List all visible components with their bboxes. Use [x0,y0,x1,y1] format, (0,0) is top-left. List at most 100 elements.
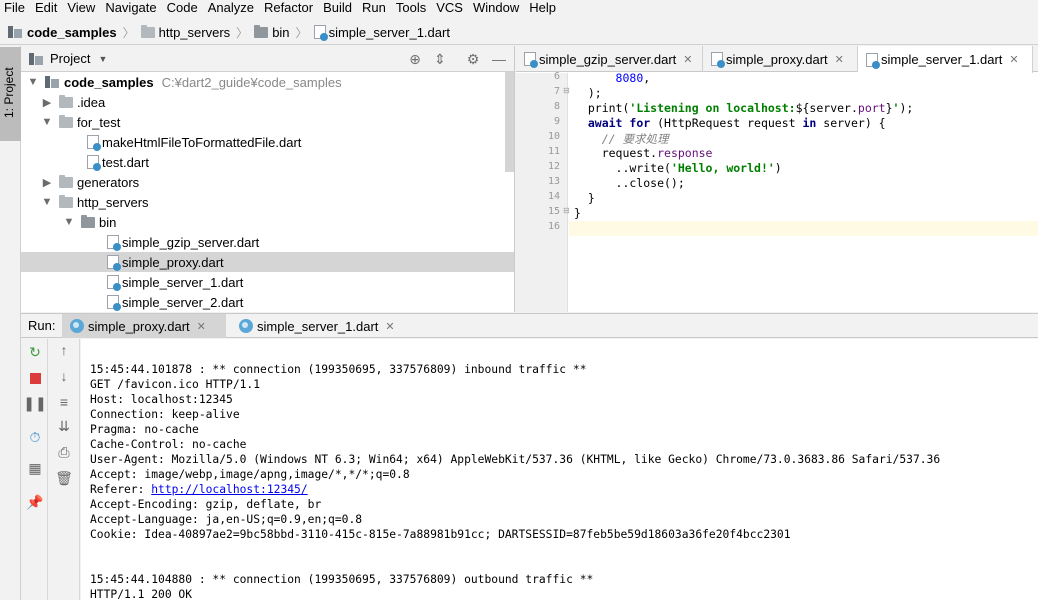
folder-icon [254,24,269,38]
menu-tools[interactable]: Tools [391,0,431,15]
layout-icon[interactable]: ▦ [25,459,45,477]
chevron-down-icon[interactable]: ▼ [63,216,75,228]
crosshair-icon[interactable]: ⊕ [407,51,423,67]
fold-marker-icon[interactable]: ⊟ [563,86,570,95]
breadcrumb-http-servers[interactable]: http_servers [140,24,230,40]
tree-item-simple-gzip-server[interactable]: simple_gzip_server.dart [21,232,514,252]
code-line[interactable]: ); [574,86,602,100]
project-panel-title[interactable]: Project [50,51,90,66]
console-line: Pragma: no-cache [90,423,199,436]
gear-icon[interactable]: ⚙ [465,51,481,67]
menu-build[interactable]: Build [318,0,357,15]
menu-run[interactable]: Run [357,0,391,15]
console-line: HTTP/1.1 200 OK [90,588,193,600]
close-icon[interactable]: ✕ [1009,53,1018,66]
folder-icon [59,194,73,208]
breadcrumb-bin[interactable]: bin [254,24,290,40]
project-scrollbar[interactable] [505,72,514,172]
trash-icon[interactable]: 🗑 [54,469,74,487]
tree-item-test[interactable]: test.dart [21,152,514,172]
fold-marker-icon[interactable]: ⊟ [563,206,570,215]
close-icon[interactable]: ✕ [683,53,692,66]
code-line[interactable]: print('Listening on localhost:${server.p… [574,101,913,115]
menu-code[interactable]: Code [162,0,203,15]
tree-item-make-html[interactable]: makeHtmlFileToFormattedFile.dart [21,132,514,152]
chevron-down-icon[interactable]: ▼ [41,196,53,208]
tree-item-label: for_test [77,114,121,130]
chevron-down-icon[interactable]: ▼ [98,54,107,64]
tab-simple-server-1[interactable]: simple_server_1.dart ✕ [858,46,1033,73]
tree-item-idea[interactable]: ▶ .idea [21,92,514,112]
tree-item-code-samples[interactable]: ▼ code_samples C:¥dart2_guide¥code_sampl… [21,72,514,92]
arrow-up-icon[interactable]: ↑ [54,341,74,359]
chevron-down-icon[interactable]: ▼ [27,76,39,88]
line-number: 9 [553,116,560,127]
menu-refactor[interactable]: Refactor [259,0,318,15]
pause-icon[interactable]: ❚❚ [23,394,46,412]
tab-label: simple_gzip_server.dart [539,51,677,67]
minimize-icon[interactable]: — [491,51,507,67]
pin-icon[interactable]: 📌 [25,493,45,511]
close-icon[interactable]: ✕ [197,320,206,333]
print-icon[interactable]: ⎙ [54,443,74,461]
run-tab-simple-server-1[interactable]: simple_server_1.dart ✕ [231,314,411,338]
tree-item-simple-server-1[interactable]: simple_server_1.dart [21,272,514,292]
run-label: Run: [28,318,56,333]
tab-label: simple_server_1.dart [881,52,1003,67]
chevron-right-icon: 〉 [122,25,135,40]
tree-item-generators[interactable]: ▶ generators [21,172,514,192]
menu-vcs[interactable]: VCS [431,0,468,15]
console-line: Cache-Control: no-cache [90,438,247,451]
line-number: 12 [547,161,560,172]
tree-item-simple-server-2[interactable]: simple_server_2.dart [21,292,514,312]
dart-run-icon [239,319,253,333]
referer-link[interactable]: http://localhost:12345/ [151,483,307,496]
console-output[interactable]: 15:45:44.101878 : ** connection (1993506… [81,339,1038,600]
menu-window[interactable]: Window [468,0,524,15]
code-line[interactable]: await for (HttpRequest request in server… [574,116,886,130]
soft-wrap-icon[interactable]: ≡ [54,393,74,411]
folder-icon [140,24,155,38]
project-path: C:¥dart2_guide¥code_samples [161,74,342,90]
code-line[interactable]: } [574,191,595,205]
scroll-to-end-icon[interactable]: ⇊ [54,417,74,435]
stop-icon[interactable] [25,369,45,387]
chevron-right-icon[interactable]: ▶ [41,96,53,109]
folder-icon [59,174,73,188]
chevron-down-icon[interactable]: ▼ [41,116,53,128]
tree-item-label: simple_proxy.dart [122,254,224,270]
code-line[interactable]: request.response [574,146,713,160]
arrow-down-icon[interactable]: ↓ [54,367,74,385]
tab-simple-gzip-server[interactable]: simple_gzip_server.dart ✕ [516,46,703,72]
menu-file[interactable]: File [0,0,30,15]
tree-item-for-test[interactable]: ▼ for_test [21,112,514,132]
breadcrumb-project[interactable]: code_samples [8,25,117,40]
chevron-right-icon[interactable]: ▶ [41,176,53,189]
tab-simple-proxy[interactable]: simple_proxy.dart ✕ [703,46,858,72]
close-icon[interactable]: ✕ [385,320,394,333]
breadcrumb-file[interactable]: simple_server_1.dart [313,25,450,41]
dart-run-icon [70,319,84,333]
timer-icon[interactable]: ⏱ [25,428,45,446]
code-line[interactable]: // 要求処理 [574,131,669,147]
close-icon[interactable]: ✕ [835,53,844,66]
run-tab-label: simple_server_1.dart [257,318,379,334]
menu-view[interactable]: View [62,0,100,15]
console-line: 15:45:44.101878 : ** connection (1993506… [90,363,587,376]
code-line[interactable]: } [574,206,581,220]
menu-navigate[interactable]: Navigate [100,0,161,15]
tree-item-http-servers[interactable]: ▼ http_servers [21,192,514,212]
rerun-icon[interactable]: ↻ [25,343,45,361]
code-line[interactable]: 8080, [574,71,651,85]
dart-file-icon [87,135,101,151]
menu-edit[interactable]: Edit [30,0,62,15]
dart-file-icon [107,235,121,251]
collapse-all-icon[interactable]: ⇕ [432,51,448,67]
run-tab-simple-proxy[interactable]: simple_proxy.dart ✕ [62,314,226,338]
code-line[interactable]: ..write('Hello, world!') [574,161,782,175]
code-line[interactable]: ..close(); [574,176,685,190]
tree-item-bin[interactable]: ▼ bin [21,212,514,232]
tree-item-simple-proxy[interactable]: simple_proxy.dart [21,252,514,272]
menu-analyze[interactable]: Analyze [203,0,259,15]
menu-help[interactable]: Help [524,0,561,15]
